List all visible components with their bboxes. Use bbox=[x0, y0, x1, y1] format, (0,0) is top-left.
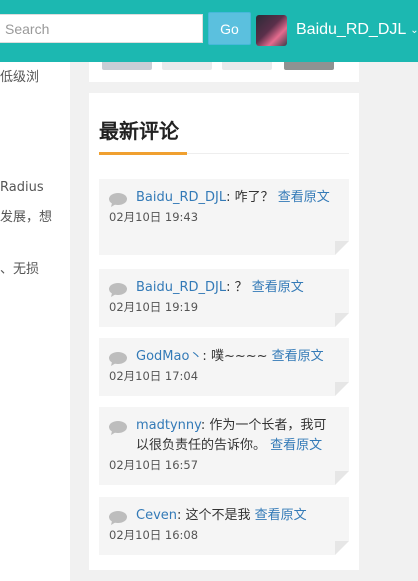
comment-item: GodMao丶: 噗~~~~ 查看原文 02月10日 17:04 bbox=[99, 338, 349, 396]
speech-bubble-icon bbox=[109, 511, 127, 525]
avatar bbox=[256, 14, 287, 46]
user-menu[interactable]: Baidu_RD_DJL ⌄ bbox=[256, 14, 418, 46]
search-input[interactable] bbox=[0, 14, 203, 43]
view-original-link[interactable]: 查看原文 bbox=[270, 438, 322, 453]
separator: : bbox=[226, 280, 235, 295]
text-fragment: Radius bbox=[0, 180, 44, 195]
comment-text: madtynny: 作为一个长者，我可以很负责任的告诉你。 查看原文 bbox=[109, 416, 339, 456]
comment-item: madtynny: 作为一个长者，我可以很负责任的告诉你。 查看原文 02月10… bbox=[99, 407, 349, 485]
speech-bubble-icon bbox=[109, 421, 127, 435]
comment-body: 咋了？ bbox=[234, 190, 278, 205]
username: Baidu_RD_DJL bbox=[296, 21, 407, 38]
text-fragment: 低级浏 bbox=[0, 70, 40, 85]
go-button[interactable]: Go bbox=[208, 12, 251, 45]
top-navbar: Go Baidu_RD_DJL ⌄ bbox=[0, 0, 418, 62]
view-original-link[interactable]: 查看原文 bbox=[272, 349, 324, 364]
separator: : bbox=[202, 349, 211, 364]
widget-title: 最新评论 bbox=[99, 119, 179, 143]
thumbnail[interactable] bbox=[102, 62, 152, 70]
text-fragment: 发展，想 bbox=[0, 210, 53, 225]
comment-date: 02月10日 16:08 bbox=[109, 528, 199, 542]
thumbnail[interactable] bbox=[162, 62, 212, 70]
comment-date: 02月10日 19:19 bbox=[109, 300, 199, 314]
comment-text: Ceven: 这个不是我 查看原文 bbox=[109, 506, 339, 526]
comment-author-link[interactable]: Ceven bbox=[136, 508, 177, 523]
comment-date: 02月10日 16:57 bbox=[109, 458, 199, 472]
comment-body: 这个不是我 bbox=[185, 508, 255, 523]
main-content-fragment: 低级浏 Radius 发展，想 、无损 bbox=[0, 62, 70, 581]
thumbnail[interactable] bbox=[222, 62, 272, 70]
comment-text: Baidu_RD_DJL: ？ 查看原文 bbox=[109, 278, 339, 298]
comment-author-link[interactable]: GodMao丶 bbox=[136, 349, 202, 364]
thumbnail[interactable] bbox=[284, 62, 334, 70]
comment-text: GodMao丶: 噗~~~~ 查看原文 bbox=[109, 347, 339, 367]
speech-bubble-icon bbox=[109, 193, 127, 207]
separator: : bbox=[226, 190, 235, 205]
comment-item: Baidu_RD_DJL: 咋了？ 查看原文 02月10日 19:43 bbox=[99, 179, 349, 255]
comment-date: 02月10日 17:04 bbox=[109, 369, 199, 383]
comment-author-link[interactable]: Baidu_RD_DJL bbox=[136, 190, 226, 205]
latest-comments-widget: 最新评论 Baidu_RD_DJL: 咋了？ 查看原文 02月10日 19:43… bbox=[89, 93, 359, 570]
text-fragment: 、无损 bbox=[0, 262, 40, 277]
comment-body: 噗~~~~ bbox=[210, 349, 272, 364]
view-original-link[interactable]: 查看原文 bbox=[255, 508, 307, 523]
comment-author-link[interactable]: madtynny bbox=[136, 418, 201, 433]
thumbnail-strip bbox=[89, 62, 359, 82]
chevron-down-icon: ⌄ bbox=[410, 24, 418, 36]
comment-body: ？ bbox=[234, 280, 252, 295]
comment-date: 02月10日 19:43 bbox=[109, 210, 199, 224]
speech-bubble-icon bbox=[109, 283, 127, 297]
separator: : bbox=[177, 508, 186, 523]
comment-text: Baidu_RD_DJL: 咋了？ 查看原文 bbox=[109, 188, 339, 208]
view-original-link[interactable]: 查看原文 bbox=[252, 280, 304, 295]
comment-item: Ceven: 这个不是我 查看原文 02月10日 16:08 bbox=[99, 497, 349, 555]
comment-author-link[interactable]: Baidu_RD_DJL bbox=[136, 280, 226, 295]
comment-item: Baidu_RD_DJL: ？ 查看原文 02月10日 19:19 bbox=[99, 269, 349, 327]
speech-bubble-icon bbox=[109, 352, 127, 366]
view-original-link[interactable]: 查看原文 bbox=[278, 190, 330, 205]
title-accent-bar bbox=[99, 152, 187, 155]
